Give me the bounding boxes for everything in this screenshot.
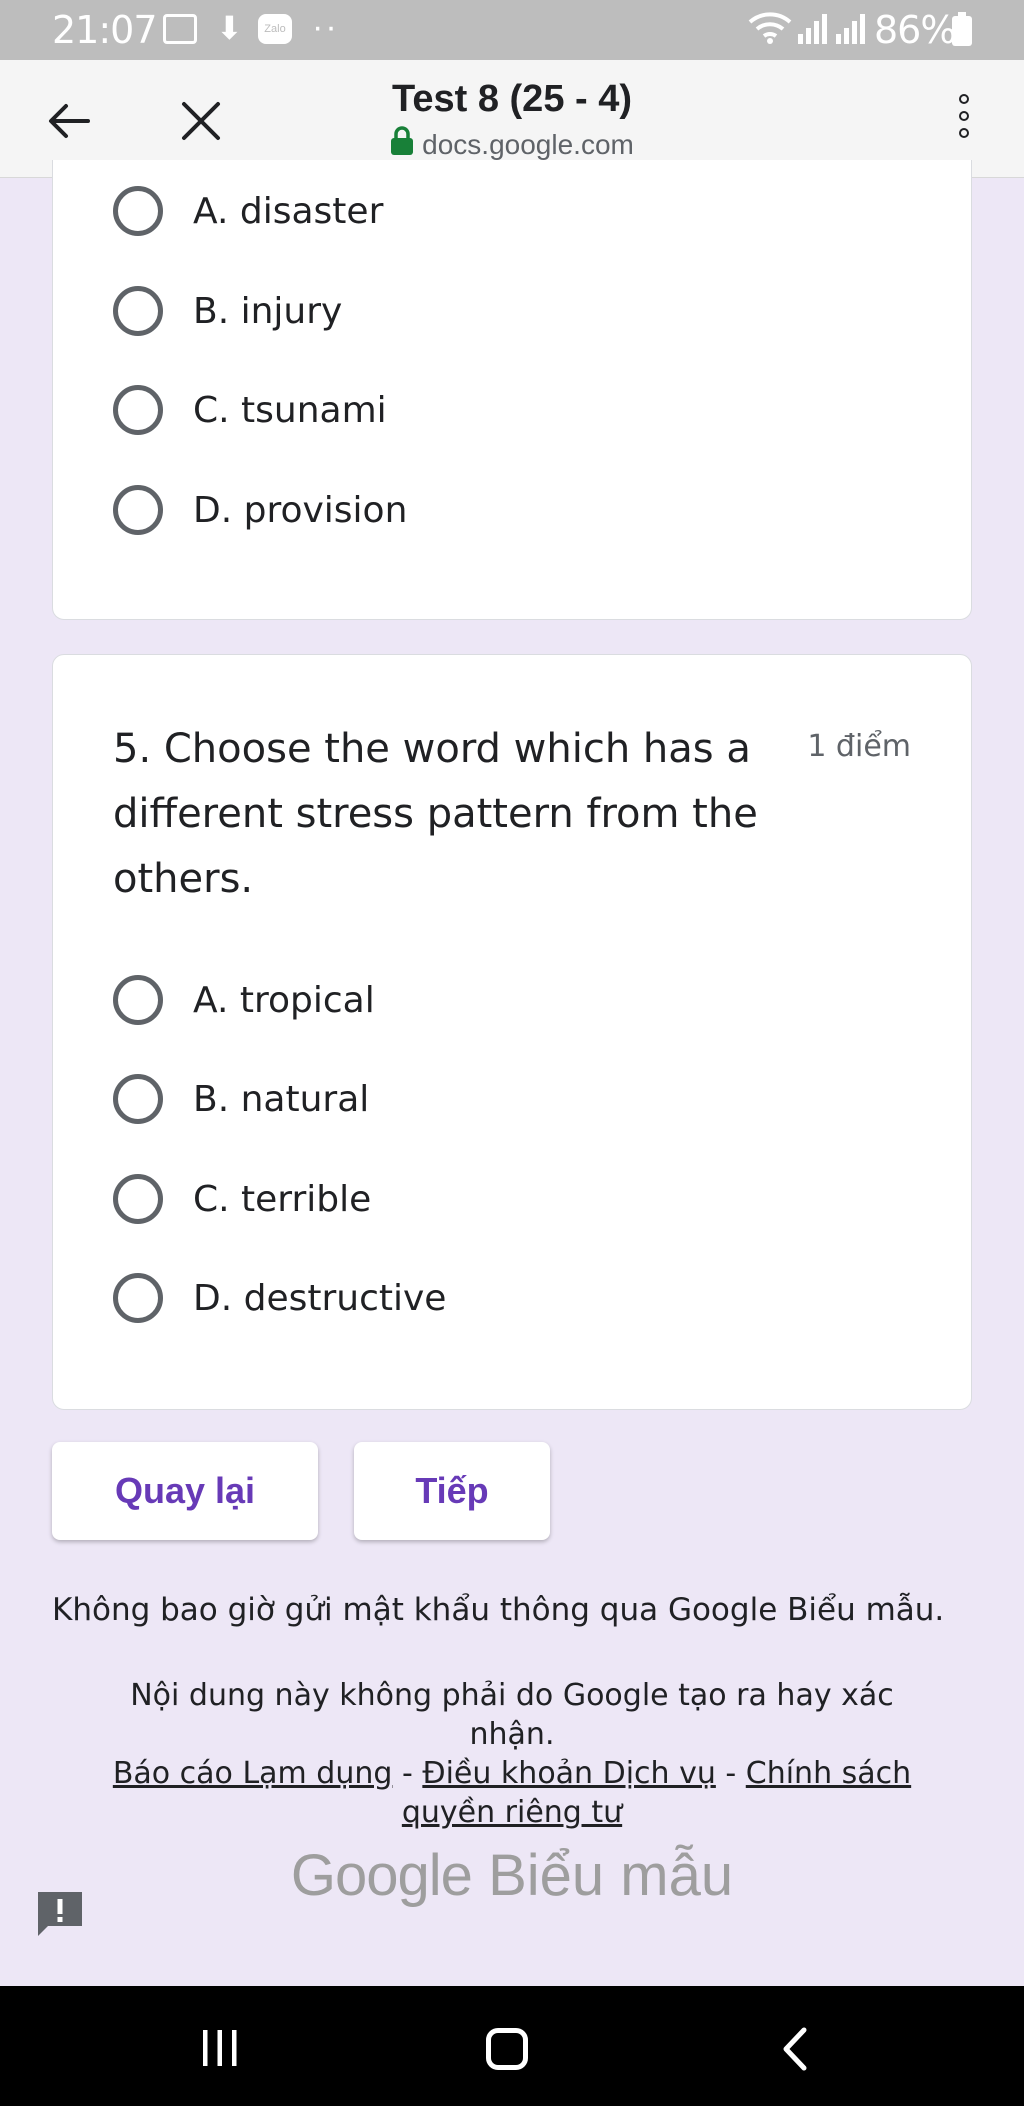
url-display[interactable]: docs.google.com: [0, 126, 1024, 161]
terms-link[interactable]: Điều khoản Dịch vụ: [422, 1756, 716, 1791]
signal-icon-2: [836, 14, 865, 44]
radio-button[interactable]: [113, 1174, 163, 1224]
option-label: B. injury: [193, 290, 343, 332]
option-label: D. destructive: [193, 1277, 447, 1319]
wifi-icon: [748, 12, 792, 44]
page-title: Test 8 (25 - 4): [391, 78, 633, 120]
radio-button[interactable]: [113, 1074, 163, 1124]
more-notifications-icon: ··: [312, 8, 339, 46]
option-a[interactable]: A. disaster: [113, 181, 383, 241]
url-text: docs.google.com: [422, 129, 634, 160]
next-button[interactable]: Tiếp: [354, 1442, 550, 1540]
option-c[interactable]: C. terrible: [113, 1169, 371, 1229]
zalo-icon: Zalo: [258, 14, 292, 44]
radio-button[interactable]: [113, 485, 163, 535]
option-label: A. tropical: [193, 979, 375, 1021]
link-separator: -: [715, 1756, 746, 1791]
download-icon: ⬇: [216, 10, 243, 46]
radio-button[interactable]: [113, 975, 163, 1025]
battery-percent: 86%: [874, 8, 956, 52]
radio-button[interactable]: [113, 186, 163, 236]
lock-icon: [391, 126, 414, 155]
radio-button[interactable]: [113, 286, 163, 336]
brand-forms: Biểu mẫu: [488, 1843, 734, 1908]
disclaimer: Nội dung này không phải do Google tạo ra…: [90, 1676, 934, 1832]
disclaimer-text: Nội dung này không phải do Google tạo ra…: [130, 1678, 894, 1752]
option-a[interactable]: A. tropical: [113, 970, 375, 1030]
link-separator: -: [392, 1756, 423, 1791]
option-label: C. tsunami: [193, 389, 387, 431]
radio-button[interactable]: [113, 385, 163, 435]
status-time: 21:07: [52, 8, 158, 52]
option-label: C. terrible: [193, 1178, 372, 1220]
back-button[interactable]: Quay lại: [52, 1442, 318, 1540]
brand-google: Google: [290, 1843, 473, 1908]
signal-icon: [798, 14, 827, 44]
option-b[interactable]: B. natural: [113, 1069, 369, 1129]
battery-icon: [952, 12, 972, 46]
more-options-icon[interactable]: [952, 94, 976, 148]
google-forms-logo[interactable]: Google Biểu mẫu: [0, 1842, 1024, 1909]
option-d[interactable]: D. provision: [113, 480, 407, 540]
password-warning: Không bao giờ gửi mật khẩu thông qua Goo…: [52, 1592, 945, 1628]
gallery-icon: [163, 14, 197, 44]
option-d[interactable]: D. destructive: [113, 1268, 446, 1328]
radio-button[interactable]: [113, 1273, 163, 1323]
report-abuse-link[interactable]: Báo cáo Lạm dụng: [113, 1756, 393, 1791]
option-b[interactable]: B. injury: [113, 281, 342, 341]
status-bar: 21:07 ⬇ Zalo ·· 86%: [0, 0, 1024, 60]
points-label: 1 điểm: [807, 729, 911, 764]
question-text: 5. Choose the word which has a different…: [113, 726, 758, 902]
question-card-5: 5. Choose the word which has a different…: [52, 654, 972, 1410]
home-icon[interactable]: [486, 2028, 528, 2070]
option-c[interactable]: C. tsunami: [113, 380, 387, 440]
option-label: A. disaster: [193, 190, 384, 232]
feedback-icon[interactable]: [34, 1888, 86, 1940]
option-label: B. natural: [193, 1078, 370, 1120]
nav-back-icon[interactable]: [780, 2026, 810, 2072]
question-card-4: A. disaster B. injury C. tsunami D. prov…: [52, 160, 972, 620]
recent-apps-icon[interactable]: [200, 2028, 240, 2068]
option-label: D. provision: [193, 489, 408, 531]
system-nav-bar: [0, 1986, 1024, 2106]
